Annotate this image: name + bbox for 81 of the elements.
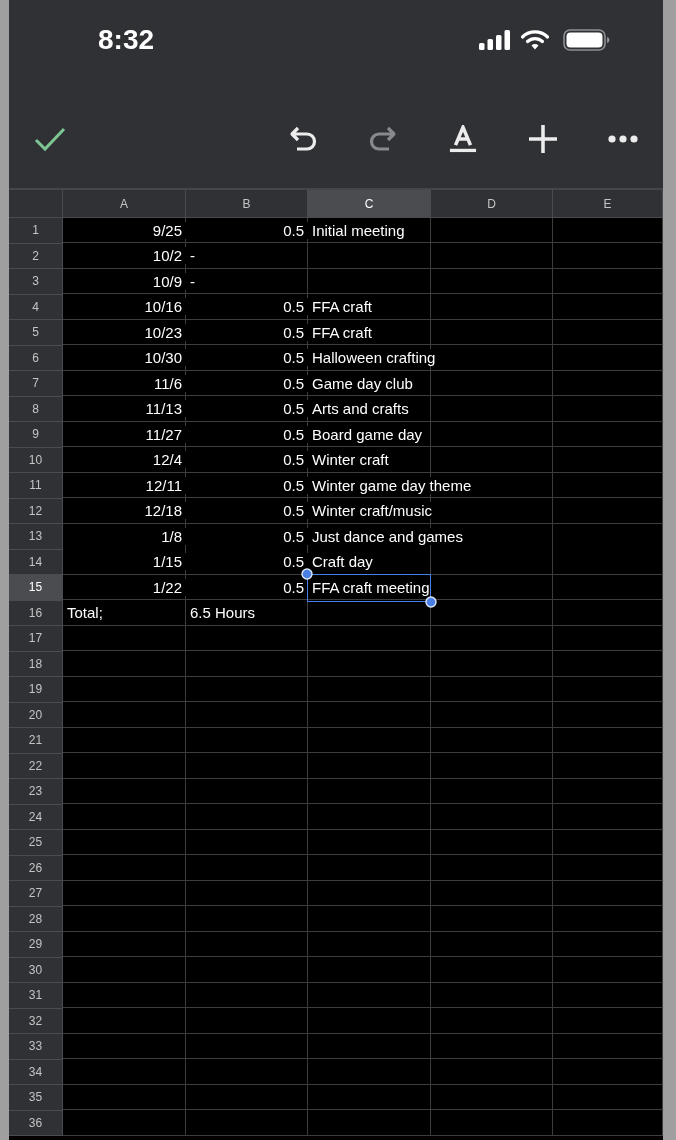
cell-text: 0.5 bbox=[283, 221, 308, 239]
text-color-icon bbox=[449, 125, 477, 153]
wifi-icon bbox=[521, 30, 549, 50]
row-header[interactable]: 34 bbox=[9, 1059, 63, 1085]
handle-icon[interactable] bbox=[301, 568, 313, 580]
cell-text: 0.5 bbox=[283, 323, 308, 341]
column-header[interactable]: D bbox=[431, 190, 553, 218]
row-header[interactable]: 7 bbox=[9, 371, 63, 397]
row-header[interactable]: 17 bbox=[9, 626, 63, 652]
row-header[interactable]: 26 bbox=[9, 855, 63, 881]
row-header[interactable]: 14 bbox=[9, 549, 63, 575]
row-header[interactable]: 19 bbox=[9, 677, 63, 703]
handle-icon[interactable] bbox=[425, 595, 437, 608]
column-header[interactable]: C bbox=[308, 190, 431, 218]
cell-text: 10/30 bbox=[144, 349, 186, 367]
cell-text: 10/23 bbox=[144, 323, 186, 341]
plus-icon bbox=[529, 125, 557, 153]
status-time: 8:32 bbox=[98, 24, 155, 56]
row-header[interactable]: 15 bbox=[9, 575, 63, 601]
cell-text: 10/2 bbox=[152, 247, 186, 265]
undo-icon bbox=[289, 125, 317, 153]
cell-text: 9/25 bbox=[152, 221, 186, 239]
row-header[interactable]: 18 bbox=[9, 651, 63, 677]
cell-text: 12/4 bbox=[152, 451, 186, 469]
row-header[interactable]: 27 bbox=[9, 881, 63, 907]
row-header[interactable]: 35 bbox=[9, 1085, 63, 1111]
row-header[interactable]: 12 bbox=[9, 498, 63, 524]
row-header[interactable]: 8 bbox=[9, 396, 63, 422]
row-header[interactable]: 13 bbox=[9, 524, 63, 550]
cell-text: 11/6 bbox=[153, 374, 186, 392]
cell-text: 0.5 bbox=[283, 553, 308, 571]
row-header[interactable]: 28 bbox=[9, 906, 63, 932]
row-header[interactable]: 25 bbox=[9, 830, 63, 856]
column-header[interactable]: B bbox=[186, 190, 308, 218]
row-header[interactable]: 1 bbox=[9, 218, 63, 244]
column-header[interactable]: E bbox=[553, 190, 663, 218]
cell-text: 0.5 bbox=[283, 451, 308, 469]
row-header[interactable]: 22 bbox=[9, 753, 63, 779]
cell-text: 1/22 bbox=[152, 578, 186, 596]
signal-icon bbox=[479, 30, 511, 50]
row-header[interactable]: 36 bbox=[9, 1110, 63, 1136]
cell-text: 12/11 bbox=[145, 476, 186, 494]
cell-text: 11/27 bbox=[145, 425, 186, 443]
row-header[interactable]: 31 bbox=[9, 983, 63, 1009]
row-header[interactable]: 29 bbox=[9, 932, 63, 958]
cell-text: 1/8 bbox=[161, 527, 186, 545]
redo-icon bbox=[369, 125, 397, 153]
cell-text: 1/15 bbox=[152, 553, 186, 571]
cell-text: 0.5 bbox=[283, 502, 308, 520]
row-header[interactable]: 3 bbox=[9, 269, 63, 295]
cell-text: 0.5 bbox=[283, 400, 308, 418]
row-header[interactable]: 5 bbox=[9, 320, 63, 346]
cell-text: 0.5 bbox=[283, 425, 308, 443]
check-icon bbox=[34, 126, 66, 152]
cell-text: 0.5 bbox=[283, 349, 308, 367]
cell-text: 11/13 bbox=[145, 400, 186, 418]
more-icon bbox=[608, 135, 638, 143]
cell-text: 0.5 bbox=[283, 374, 308, 392]
row-header[interactable]: 6 bbox=[9, 345, 63, 371]
selection-frame[interactable] bbox=[307, 574, 431, 602]
cell-text: 0.5 bbox=[283, 298, 308, 316]
row-header[interactable]: 9 bbox=[9, 422, 63, 448]
row-header[interactable]: 2 bbox=[9, 243, 63, 269]
cell-text: 0.5 bbox=[283, 476, 308, 494]
cell-text: 0.5 bbox=[283, 527, 308, 545]
row-header[interactable]: 33 bbox=[9, 1034, 63, 1060]
row-header[interactable]: 20 bbox=[9, 702, 63, 728]
column-header[interactable]: A bbox=[63, 190, 186, 218]
row-header[interactable]: 32 bbox=[9, 1008, 63, 1034]
row-header[interactable]: 23 bbox=[9, 779, 63, 805]
row-header[interactable]: 21 bbox=[9, 728, 63, 754]
row-header[interactable]: 4 bbox=[9, 294, 63, 320]
row-header[interactable]: 11 bbox=[9, 473, 63, 499]
battery-icon bbox=[563, 29, 610, 51]
row-header[interactable]: 24 bbox=[9, 804, 63, 830]
cell-text: 10/9 bbox=[152, 272, 186, 290]
row-header[interactable]: 16 bbox=[9, 600, 63, 626]
cell-text: 10/16 bbox=[144, 298, 186, 316]
cell-text: 12/18 bbox=[144, 502, 186, 520]
row-header[interactable]: 30 bbox=[9, 957, 63, 983]
row-header[interactable]: 10 bbox=[9, 447, 63, 473]
